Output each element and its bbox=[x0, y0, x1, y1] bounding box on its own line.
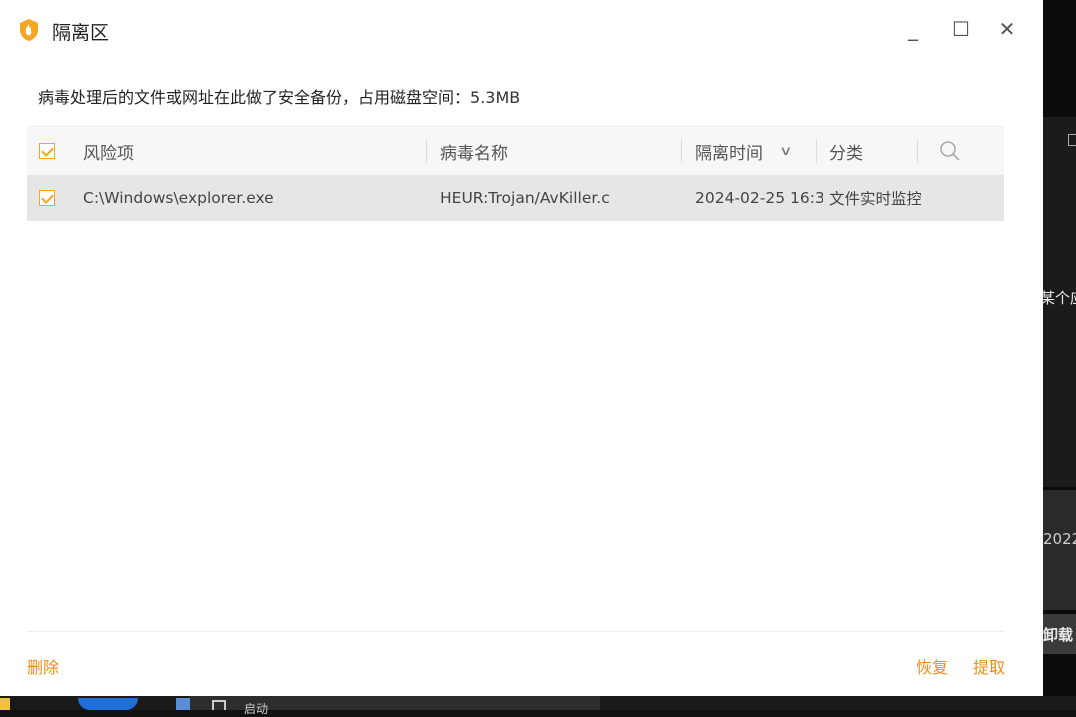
maximize-button[interactable]: ☐ bbox=[946, 14, 976, 44]
search-button[interactable] bbox=[939, 127, 969, 175]
taskbar-app-icon[interactable] bbox=[78, 698, 138, 710]
search-icon bbox=[940, 141, 960, 161]
column-divider[interactable] bbox=[426, 139, 427, 163]
delete-button[interactable]: 删除 bbox=[27, 654, 59, 678]
column-divider[interactable] bbox=[816, 139, 817, 163]
select-all-checkbox[interactable] bbox=[39, 143, 55, 159]
row-checkbox[interactable] bbox=[39, 190, 55, 206]
quarantine-window: 隔离区 _ ☐ ✕ 病毒处理后的文件或网址在此做了安全备份，占用磁盘空间：5.3… bbox=[0, 0, 1043, 696]
table-row[interactable]: C:\Windows\explorer.exe HEUR:Trojan/AvKi… bbox=[27, 175, 1004, 221]
background-window-panel-lower bbox=[1043, 490, 1076, 610]
background-text-1: 某个应 bbox=[1040, 289, 1076, 307]
row-category: 文件实时监控 bbox=[829, 190, 921, 208]
row-risk-item: C:\Windows\explorer.exe bbox=[83, 189, 274, 207]
footer-divider bbox=[27, 631, 1004, 632]
column-divider[interactable] bbox=[917, 139, 918, 163]
quarantine-table: 风险项 病毒名称 隔离时间 ∨ 分类 C:\Windows\explorer.e… bbox=[27, 126, 1004, 221]
description-text: 病毒处理后的文件或网址在此做了安全备份，占用磁盘空间： bbox=[38, 88, 471, 107]
taskbar-window-icon bbox=[212, 700, 226, 710]
header-quarantine-time[interactable]: 隔离时间 ∨ bbox=[695, 127, 823, 175]
row-checkbox-cell bbox=[39, 175, 61, 221]
background-text-2: 2022/ bbox=[1043, 530, 1076, 548]
extract-button[interactable]: 提取 bbox=[973, 654, 1005, 678]
row-virus-name: HEUR:Trojan/AvKiller.c bbox=[440, 189, 610, 207]
sort-chevron-down-icon[interactable]: ∨ bbox=[779, 144, 792, 159]
disk-usage-value: 5.3MB bbox=[470, 88, 521, 107]
background-square-icon bbox=[1068, 134, 1076, 146]
column-divider[interactable] bbox=[681, 139, 682, 163]
taskbar-shortcut-icon[interactable] bbox=[176, 698, 190, 710]
title-bar[interactable]: 隔离区 _ ☐ ✕ bbox=[0, 0, 1043, 56]
close-button[interactable]: ✕ bbox=[992, 14, 1022, 44]
select-all-cell bbox=[39, 127, 61, 175]
restore-button[interactable]: 恢复 bbox=[916, 654, 948, 678]
row-quarantine-time: 2024-02-25 16:3 bbox=[695, 189, 823, 207]
taskbar-folder-icon[interactable] bbox=[0, 698, 10, 710]
background-text-3: 卸载 bbox=[1043, 626, 1074, 644]
header-risk-item[interactable]: 风险项 bbox=[83, 127, 423, 175]
shield-flame-icon bbox=[20, 19, 38, 41]
taskbar-item-label: 启动 bbox=[244, 702, 269, 716]
storage-description: 病毒处理后的文件或网址在此做了安全备份，占用磁盘空间：5.3MB bbox=[38, 84, 520, 108]
window-title: 隔离区 bbox=[52, 22, 110, 44]
header-virus-name[interactable]: 病毒名称 bbox=[440, 127, 680, 175]
table-header: 风险项 病毒名称 隔离时间 ∨ 分类 bbox=[27, 126, 1004, 175]
header-category[interactable]: 分类 bbox=[829, 127, 929, 175]
header-quarantine-time-label: 隔离时间 bbox=[695, 143, 763, 164]
minimize-button[interactable]: _ bbox=[898, 14, 928, 44]
